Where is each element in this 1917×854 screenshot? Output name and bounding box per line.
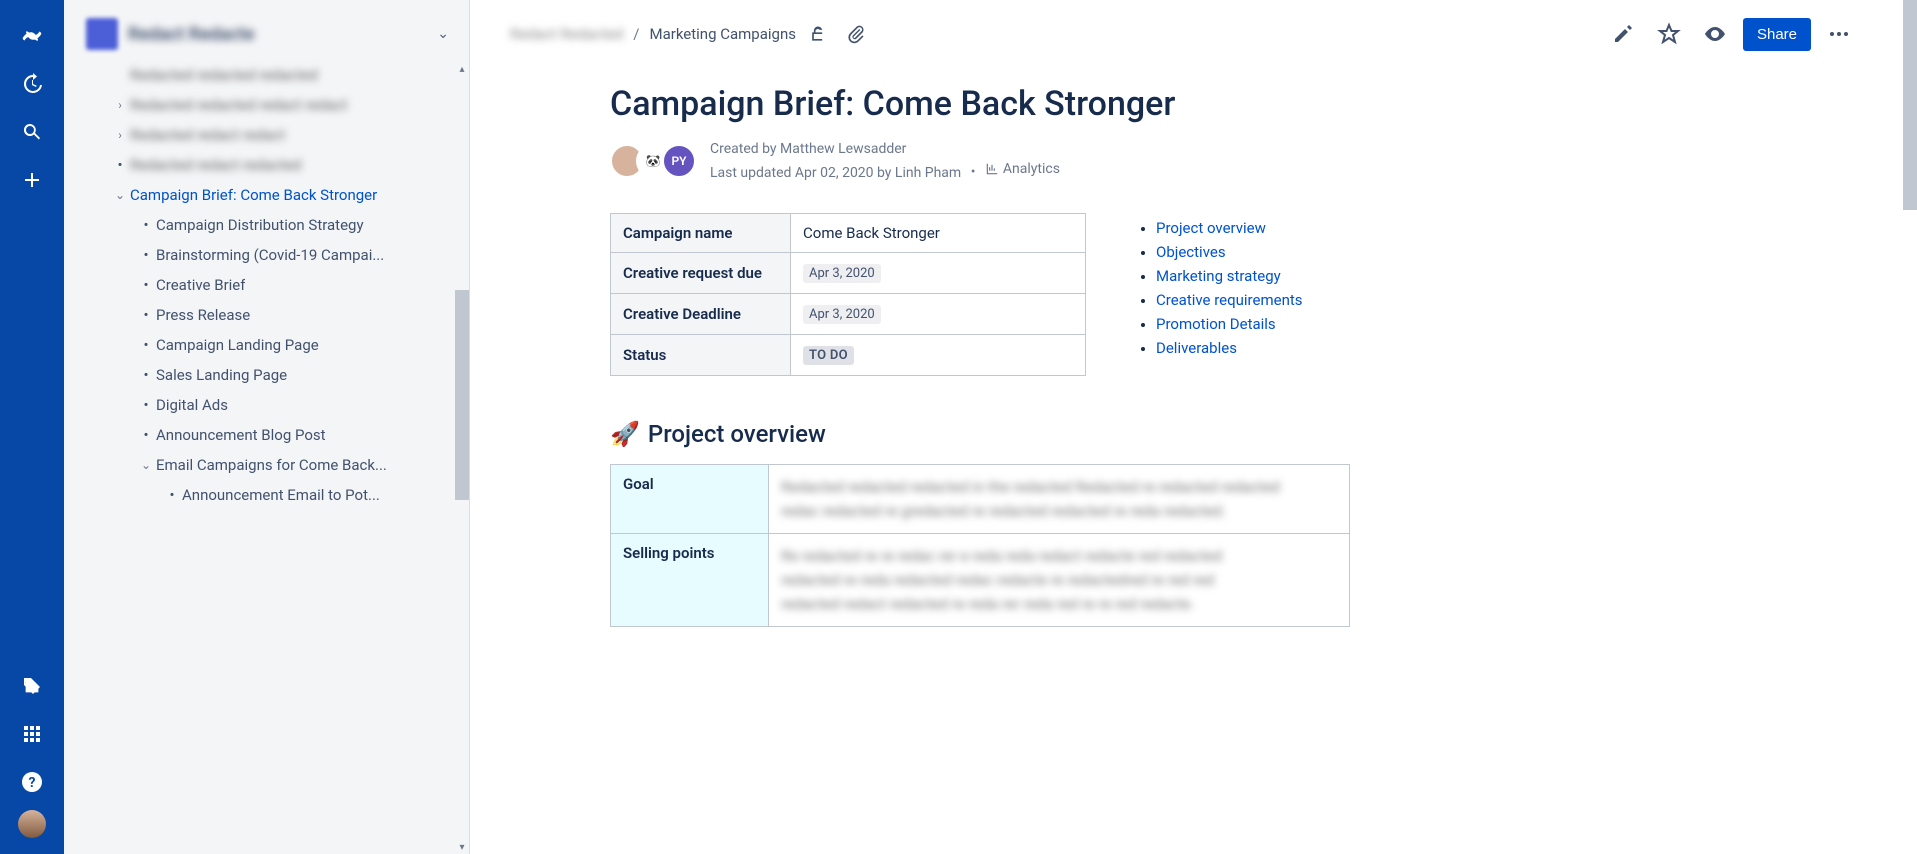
toc-item: Project overview — [1156, 219, 1303, 237]
section-heading: 🚀 Project overview — [610, 420, 1450, 448]
toc-item: Marketing strategy — [1156, 267, 1303, 285]
status-badge: TO DO — [803, 346, 854, 365]
last-updated: Last updated Apr 02, 2020 by Linh Pham — [710, 164, 961, 180]
tree-item[interactable]: Redacted redacted redacted — [80, 60, 461, 90]
tree-item[interactable]: •Brainstorming (Covid-19 Campai... — [80, 240, 461, 270]
edit-icon[interactable] — [1605, 16, 1641, 52]
page-tree: Redacted redacted redacted ›Redacted red… — [64, 60, 469, 854]
page-main: Redact Redacted / Marketing Campaigns — [470, 0, 1917, 854]
table-row: Campaign name Come Back Stronger — [611, 213, 1086, 252]
scrollbar-thumb[interactable] — [1903, 0, 1917, 210]
tree-item[interactable]: •Press Release — [80, 300, 461, 330]
date-chip: Apr 3, 2020 — [803, 305, 881, 324]
tree-item[interactable]: ›Redacted redacted redact redact — [80, 90, 461, 120]
restrictions-icon[interactable] — [802, 18, 834, 50]
tree-item[interactable]: •Redacted redact redacted — [80, 150, 461, 180]
table-of-contents: Project overview Objectives Marketing st… — [1134, 213, 1303, 363]
tree-item[interactable]: •Campaign Landing Page — [80, 330, 461, 360]
space-header[interactable]: Redact Redacte ⌄ — [64, 0, 469, 60]
contributor-avatars: 🐼 PY — [610, 144, 696, 178]
tree-item[interactable]: •Creative Brief — [80, 270, 461, 300]
table-row: Goal Redacted redacted redacted in the r… — [611, 464, 1350, 533]
toc-item: Promotion Details — [1156, 315, 1303, 333]
space-name: Redact Redacte — [128, 24, 437, 45]
search-icon[interactable] — [12, 112, 52, 152]
created-by: Created by Matthew Lewsadder — [710, 140, 1060, 160]
scroll-down-arrow[interactable]: ▾ — [455, 840, 469, 854]
share-button[interactable]: Share — [1743, 18, 1811, 51]
svg-text:?: ? — [29, 775, 36, 791]
scroll-up-arrow[interactable]: ▴ — [455, 62, 469, 76]
avatar[interactable]: PY — [662, 144, 696, 178]
tree-item[interactable]: •Sales Landing Page — [80, 360, 461, 390]
create-icon[interactable] — [12, 160, 52, 200]
table-row: Creative request due Apr 3, 2020 — [611, 252, 1086, 293]
chevron-down-icon: ⌄ — [136, 458, 156, 472]
page-topbar: Redact Redacted / Marketing Campaigns — [470, 0, 1917, 52]
star-icon[interactable] — [1651, 16, 1687, 52]
confluence-logo[interactable] — [12, 16, 52, 56]
toc-item: Creative requirements — [1156, 291, 1303, 309]
watch-icon[interactable] — [1697, 16, 1733, 52]
more-icon[interactable] — [1821, 16, 1857, 52]
tree-item-active[interactable]: ⌄ Campaign Brief: Come Back Stronger — [80, 180, 461, 210]
chevron-down-icon: ⌄ — [110, 188, 130, 202]
tree-item[interactable]: ›Redacted redact redact — [80, 120, 461, 150]
tree-item[interactable]: •Announcement Blog Post — [80, 420, 461, 450]
table-row: Creative Deadline Apr 3, 2020 — [611, 293, 1086, 334]
help-icon[interactable]: ? — [12, 762, 52, 802]
global-nav: ? — [0, 0, 64, 854]
table-row: Status TO DO — [611, 334, 1086, 375]
toc-item: Objectives — [1156, 243, 1303, 261]
scrollbar-thumb[interactable] — [455, 290, 469, 500]
space-sidebar: Redact Redacte ⌄ Redacted redacted redac… — [64, 0, 470, 854]
tree-item[interactable]: •Announcement Email to Pot... — [80, 480, 461, 510]
info-table: Campaign name Come Back Stronger Creativ… — [610, 213, 1086, 376]
tree-item[interactable]: ⌄ Email Campaigns for Come Back... — [80, 450, 461, 480]
page-byline: 🐼 PY Created by Matthew Lewsadder Last u… — [610, 140, 1450, 183]
rocket-icon: 🚀 — [610, 420, 640, 448]
table-row: Selling points Re redacted re re redac r… — [611, 533, 1350, 626]
apps-icon[interactable] — [12, 714, 52, 754]
recent-icon[interactable] — [12, 64, 52, 104]
tree-item[interactable]: •Campaign Distribution Strategy — [80, 210, 461, 240]
breadcrumb-link[interactable]: Redact Redacted — [510, 25, 623, 43]
profile-avatar[interactable] — [18, 810, 46, 838]
space-logo — [86, 18, 118, 50]
overview-table: Goal Redacted redacted redacted in the r… — [610, 464, 1350, 627]
tree-item[interactable]: •Digital Ads — [80, 390, 461, 420]
chevron-down-icon: ⌄ — [437, 26, 449, 42]
page-title: Campaign Brief: Come Back Stronger — [610, 84, 1450, 124]
breadcrumb: Redact Redacted / Marketing Campaigns — [510, 25, 796, 43]
date-chip: Apr 3, 2020 — [803, 264, 881, 283]
breadcrumb-link[interactable]: Marketing Campaigns — [650, 25, 796, 43]
page-actions: Share — [1605, 16, 1857, 52]
page-content: Campaign Brief: Come Back Stronger 🐼 PY … — [610, 52, 1470, 627]
toc-item: Deliverables — [1156, 339, 1303, 357]
analytics-link[interactable]: Analytics — [985, 160, 1060, 180]
tag-icon[interactable] — [12, 666, 52, 706]
attachment-icon[interactable] — [840, 18, 872, 50]
